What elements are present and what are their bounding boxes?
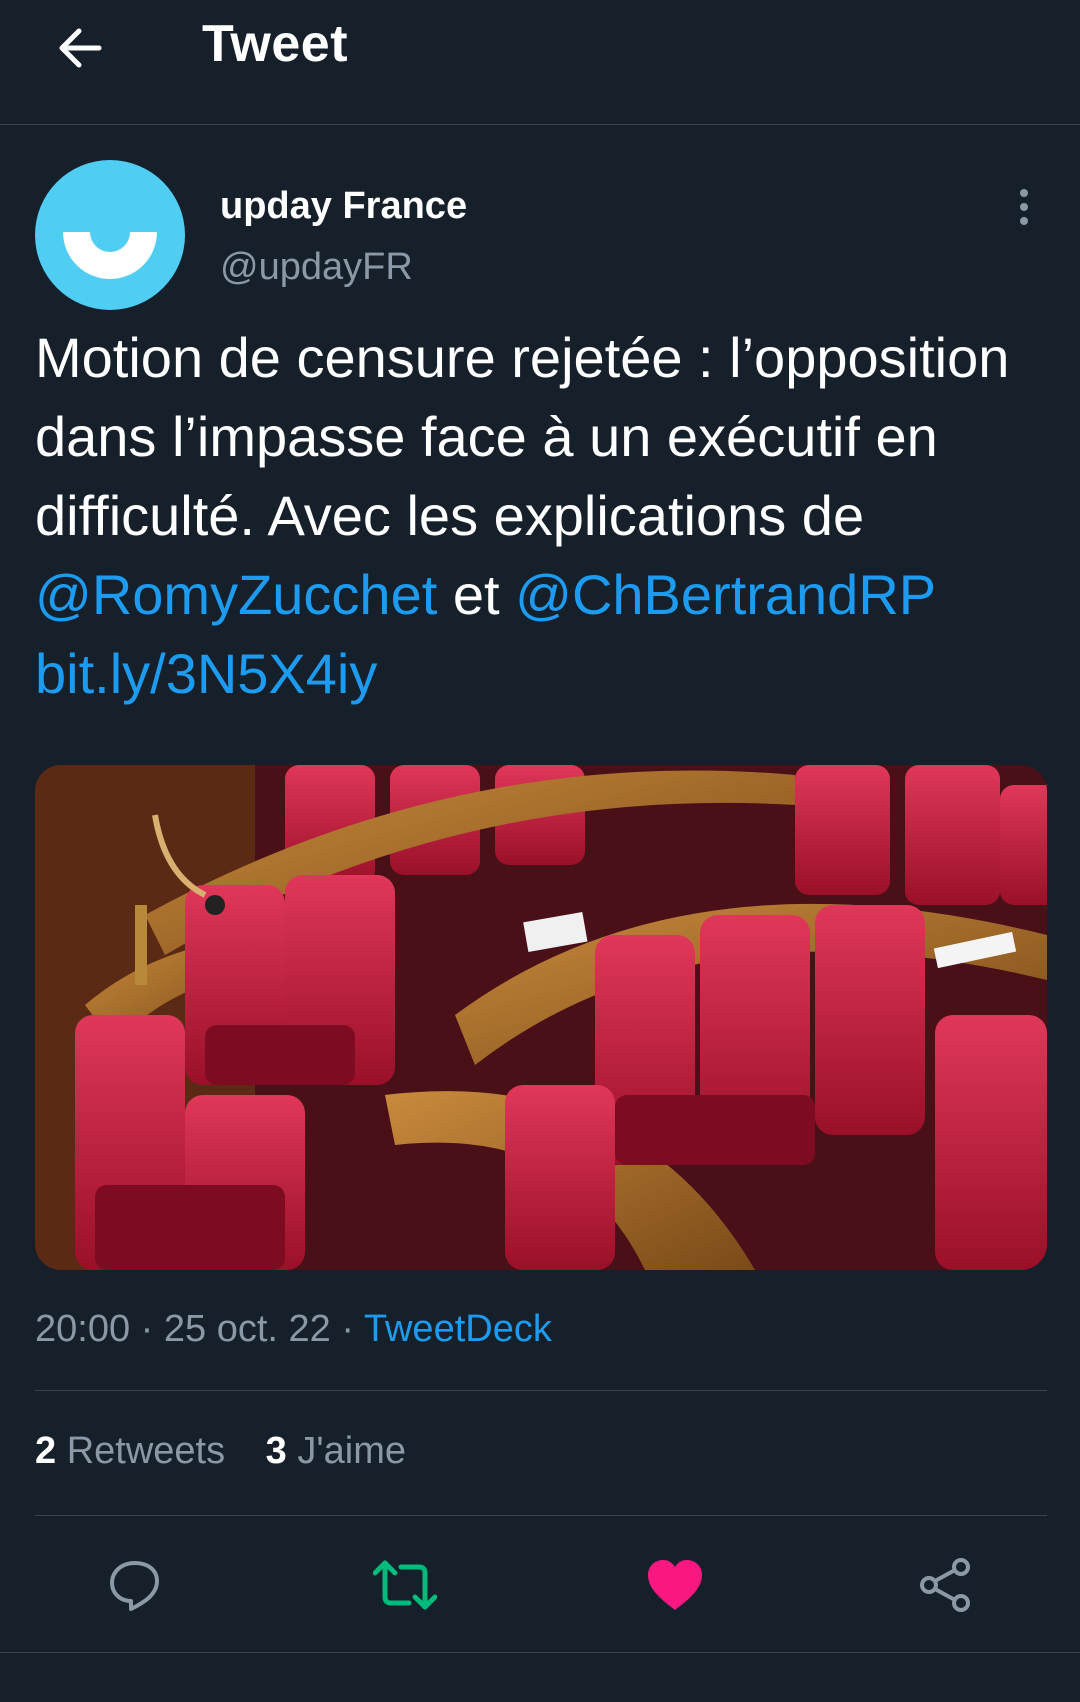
retweets-label: Retweets	[66, 1430, 226, 1472]
tweet-time: 20:00	[35, 1308, 131, 1350]
upday-logo-icon	[63, 232, 157, 279]
like-button[interactable]	[640, 1550, 710, 1620]
parliament-seats-image	[35, 765, 1047, 1270]
retweets-stat[interactable]: 2 Retweets	[35, 1430, 225, 1472]
share-button[interactable]	[910, 1550, 980, 1620]
retweets-count: 2	[35, 1430, 57, 1472]
reply-icon	[110, 1561, 159, 1611]
tweet-text-part: et	[437, 563, 516, 626]
back-arrow-icon	[59, 28, 102, 68]
tweet-image[interactable]	[35, 765, 1047, 1270]
tweet-stats: 2 Retweets 3 J'aime	[35, 1430, 436, 1473]
meta-separator: ·	[130, 1308, 164, 1350]
retweet-button[interactable]	[370, 1550, 440, 1620]
top-bar: Tweet	[0, 0, 1080, 125]
mention-chbertrandrp[interactable]: @ChBertrandRP	[515, 563, 935, 626]
retweet-icon	[373, 1560, 437, 1610]
more-options-button[interactable]	[1004, 182, 1044, 232]
tweet-text: Motion de censure rejetée : l’opposition…	[35, 318, 1045, 713]
likes-label: J'aime	[297, 1430, 406, 1472]
tweet-meta: 20:00 · 25 oct. 22 · TweetDeck	[35, 1308, 552, 1351]
likes-count: 3	[265, 1430, 287, 1472]
back-button[interactable]	[50, 18, 110, 78]
author-handle[interactable]: @updayFR	[220, 246, 413, 289]
tweet-text-part: Motion de censure rejetée : l’opposition…	[35, 326, 1010, 547]
page-title: Tweet	[202, 15, 349, 73]
tweet-source-link[interactable]: TweetDeck	[364, 1308, 552, 1350]
meta-separator: ·	[330, 1308, 364, 1350]
like-icon	[648, 1560, 702, 1610]
divider	[35, 1390, 1047, 1391]
tweet-link[interactable]: bit.ly/3N5X4iy	[35, 642, 377, 705]
author-name[interactable]: upday France	[220, 185, 467, 228]
tweet-date: 25 oct. 22	[163, 1308, 331, 1350]
divider	[0, 1652, 1080, 1653]
likes-stat[interactable]: 3 J'aime	[266, 1430, 406, 1472]
more-vertical-icon	[1020, 189, 1028, 225]
share-icon	[920, 1558, 970, 1612]
reply-button[interactable]	[100, 1550, 170, 1620]
divider	[35, 1515, 1047, 1516]
mention-romyzucchet[interactable]: @RomyZucchet	[35, 563, 437, 626]
avatar[interactable]	[35, 160, 185, 310]
action-bar	[0, 1550, 1080, 1620]
